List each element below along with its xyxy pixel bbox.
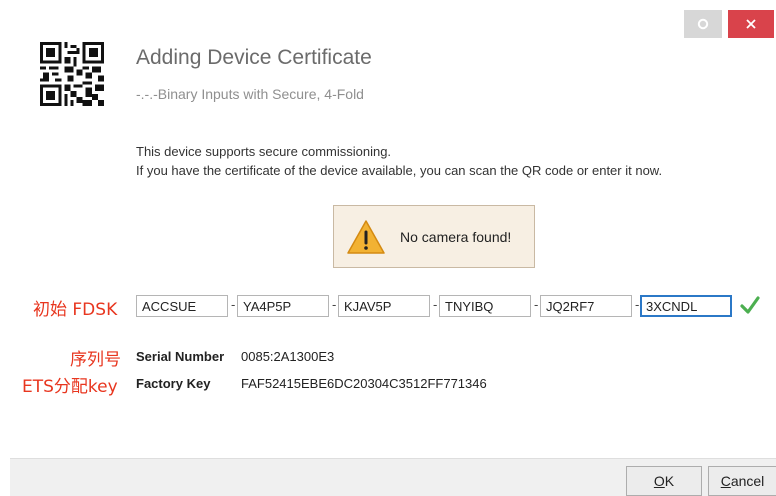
warning-triangle-icon [347,219,385,254]
factory-key-value: FAF52415EBE6DC20304C3512FF771346 [241,376,487,391]
gear-icon [697,18,709,30]
device-name: -.-.-Binary Inputs with Secure, 4-Fold [136,86,364,102]
annotation-serial: 序列号 [70,350,121,370]
ok-button[interactable]: OK [626,466,702,496]
fdsk-segment-6[interactable] [640,295,732,317]
cancel-button[interactable]: Cancel [708,466,776,496]
fdsk-separator: - [635,297,640,312]
fdsk-separator: - [534,297,539,312]
close-button[interactable] [728,10,774,38]
fdsk-separator: - [332,297,337,312]
fdsk-segment-1[interactable] [136,295,228,317]
qr-code-icon [40,42,104,106]
fdsk-separator: - [433,297,438,312]
fdsk-separator: - [231,297,236,312]
fdsk-segment-3[interactable] [338,295,430,317]
annotation-factory-key: ETS分配key [22,377,118,397]
factory-key-label: Factory Key [136,376,211,391]
settings-button[interactable] [684,10,722,38]
dialog-title: Adding Device Certificate [136,46,372,69]
camera-warning-text: No camera found! [400,228,512,245]
serial-number-value: 0085:2A1300E3 [241,349,335,364]
info-text: This device supports secure commissionin… [136,142,662,180]
close-icon [746,19,756,29]
fdsk-segment-4[interactable] [439,295,531,317]
info-line-1: This device supports secure commissionin… [136,144,392,159]
camera-warning-box: No camera found! [333,205,535,268]
cancel-button-label: Cancel [720,473,765,489]
ok-button-label: OK [653,473,675,489]
checkmark-icon [740,296,760,314]
fdsk-segment-5[interactable] [540,295,632,317]
fdsk-segment-2[interactable] [237,295,329,317]
annotation-fdsk: 初始 FDSK [33,300,118,320]
info-line-2: If you have the certificate of the devic… [136,163,663,178]
serial-number-label: Serial Number [136,349,225,364]
